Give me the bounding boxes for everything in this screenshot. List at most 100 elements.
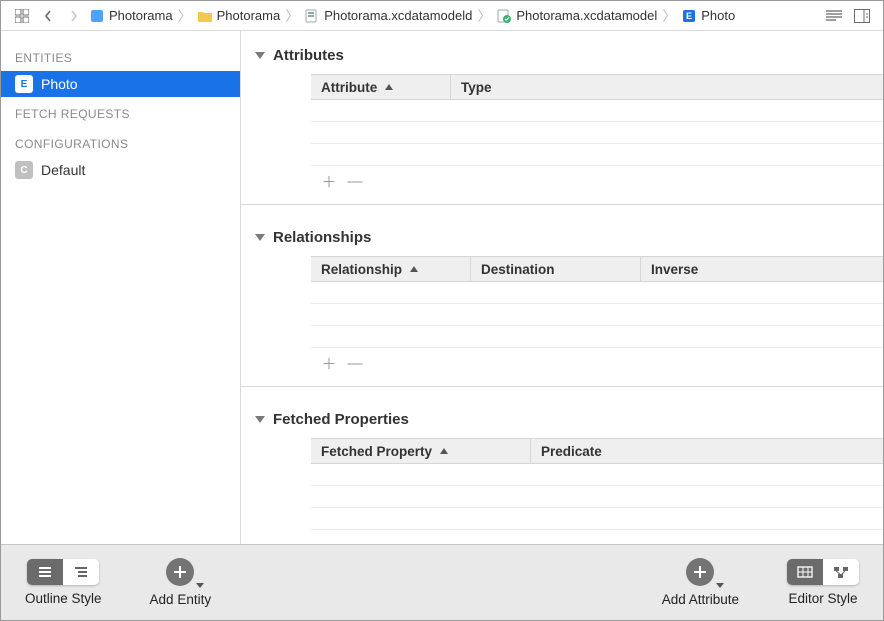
entity-icon: E (681, 8, 697, 24)
table-row[interactable] (311, 464, 883, 486)
fetched-col-property[interactable]: Fetched Property (311, 439, 531, 463)
column-label: Predicate (541, 444, 602, 459)
disclosure-triangle-icon[interactable] (255, 52, 265, 59)
entities-sidebar: ENTITIES E Photo FETCH REQUESTS CONFIGUR… (1, 31, 241, 544)
attributes-col-type[interactable]: Type (451, 75, 883, 99)
entity-row-photo[interactable]: E Photo (1, 71, 240, 97)
outline-style-group: Outline Style (25, 559, 102, 606)
attributes-table: Attribute Type ＋ — (311, 74, 883, 192)
column-label: Attribute (321, 80, 377, 95)
breadcrumb-label: Photorama.xcdatamodeld (324, 8, 472, 23)
config-row-default[interactable]: C Default (1, 157, 240, 183)
entity-label: Photo (41, 76, 78, 92)
attributes-title[interactable]: Attributes (241, 41, 883, 74)
paragraph-icon[interactable] (825, 7, 843, 25)
datamodel-icon (304, 8, 320, 24)
add-attribute-group: Add Attribute (662, 558, 739, 607)
editor-style-grid-icon[interactable] (787, 559, 823, 585)
fetched-table: Fetched Property Predicate (311, 438, 883, 530)
disclosure-triangle-icon[interactable] (255, 416, 265, 423)
relationships-title[interactable]: Relationships (241, 223, 883, 256)
entities-header: ENTITIES (1, 41, 240, 71)
attributes-col-attribute[interactable]: Attribute (311, 75, 451, 99)
column-label: Fetched Property (321, 444, 432, 459)
table-row[interactable] (311, 486, 883, 508)
back-icon[interactable] (39, 7, 57, 25)
related-items-icon[interactable] (13, 7, 31, 25)
table-row[interactable] (311, 304, 883, 326)
chevron-right-icon: 〉 (477, 6, 491, 26)
config-badge-icon: C (15, 161, 33, 179)
fetched-title[interactable]: Fetched Properties (241, 405, 883, 438)
add-attribute-icon[interactable]: ＋ (321, 173, 337, 189)
relationships-table: Relationship Destination Inverse (311, 256, 883, 374)
breadcrumb-item-0[interactable]: Photorama (87, 8, 175, 24)
disclosure-triangle-icon[interactable] (255, 234, 265, 241)
relationships-col-inverse[interactable]: Inverse (641, 257, 883, 281)
chevron-right-icon: 〉 (285, 6, 299, 26)
add-attribute-label: Add Attribute (662, 592, 739, 607)
column-label: Type (461, 80, 492, 95)
column-label: Inverse (651, 262, 698, 277)
entity-badge-icon: E (15, 75, 33, 93)
fetched-col-predicate[interactable]: Predicate (531, 439, 883, 463)
breadcrumb-label: Photorama (217, 8, 281, 23)
outline-style-label: Outline Style (25, 591, 102, 606)
dropdown-triangle-icon[interactable] (716, 583, 724, 588)
breadcrumb-item-4[interactable]: E Photo (679, 8, 737, 24)
table-row[interactable] (311, 326, 883, 348)
fetched-rows (311, 464, 883, 530)
attributes-rows (311, 100, 883, 166)
chevron-right-icon: 〉 (178, 6, 192, 26)
fetch-requests-header: FETCH REQUESTS (1, 97, 240, 127)
attributes-section: Attributes Attribute Type (241, 41, 883, 205)
project-icon (89, 8, 105, 24)
relationships-col-destination[interactable]: Destination (471, 257, 641, 281)
outline-style-toggle[interactable] (27, 559, 99, 585)
column-label: Destination (481, 262, 555, 277)
relationships-rows (311, 282, 883, 348)
folder-icon (197, 8, 213, 24)
breadcrumb-label: Photorama.xcdatamodel (516, 8, 657, 23)
outline-style-tree-icon[interactable] (63, 559, 99, 585)
svg-text:E: E (686, 11, 692, 21)
table-row[interactable] (311, 144, 883, 166)
table-row[interactable] (311, 508, 883, 530)
forward-icon[interactable] (65, 7, 83, 25)
add-entity-label: Add Entity (150, 592, 212, 607)
relationships-table-head: Relationship Destination Inverse (311, 256, 883, 282)
editor-style-graph-icon[interactable] (823, 559, 859, 585)
divider (241, 204, 883, 205)
datamodel-check-icon (496, 8, 512, 24)
add-relationship-icon[interactable]: ＋ (321, 355, 337, 371)
attributes-controls: ＋ — (311, 166, 883, 192)
table-row[interactable] (311, 122, 883, 144)
fetched-table-head: Fetched Property Predicate (311, 438, 883, 464)
editor-style-toggle[interactable] (787, 559, 859, 585)
breadcrumb-bar: Photorama 〉 Photorama 〉 Photorama.xcdata… (1, 1, 883, 31)
sidebar-toggle-icon[interactable] (853, 7, 871, 25)
fetched-properties-section: Fetched Properties Fetched Property Pred… (241, 405, 883, 530)
relationships-col-relationship[interactable]: Relationship (311, 257, 471, 281)
table-row[interactable] (311, 282, 883, 304)
config-label: Default (41, 162, 85, 178)
breadcrumb-label: Photo (701, 8, 735, 23)
remove-attribute-icon[interactable]: — (347, 173, 363, 189)
configurations-header: CONFIGURATIONS (1, 127, 240, 157)
relationships-section: Relationships Relationship Destination I… (241, 223, 883, 387)
divider (241, 386, 883, 387)
breadcrumb-item-2[interactable]: Photorama.xcdatamodeld (302, 8, 474, 24)
add-entity-group: Add Entity (150, 558, 212, 607)
chevron-right-icon: 〉 (662, 6, 676, 26)
add-entity-button[interactable] (166, 558, 194, 586)
remove-relationship-icon[interactable]: — (347, 355, 363, 371)
breadcrumb-item-3[interactable]: Photorama.xcdatamodel (494, 8, 659, 24)
outline-style-list-icon[interactable] (27, 559, 63, 585)
dropdown-triangle-icon[interactable] (196, 583, 204, 588)
breadcrumb-item-1[interactable]: Photorama (195, 8, 283, 24)
footer-toolbar: Outline Style Add Entity Add Attribute E… (1, 544, 883, 620)
section-title-label: Fetched Properties (273, 411, 409, 428)
table-row[interactable] (311, 100, 883, 122)
relationships-controls: ＋ — (311, 348, 883, 374)
add-attribute-button[interactable] (686, 558, 714, 586)
